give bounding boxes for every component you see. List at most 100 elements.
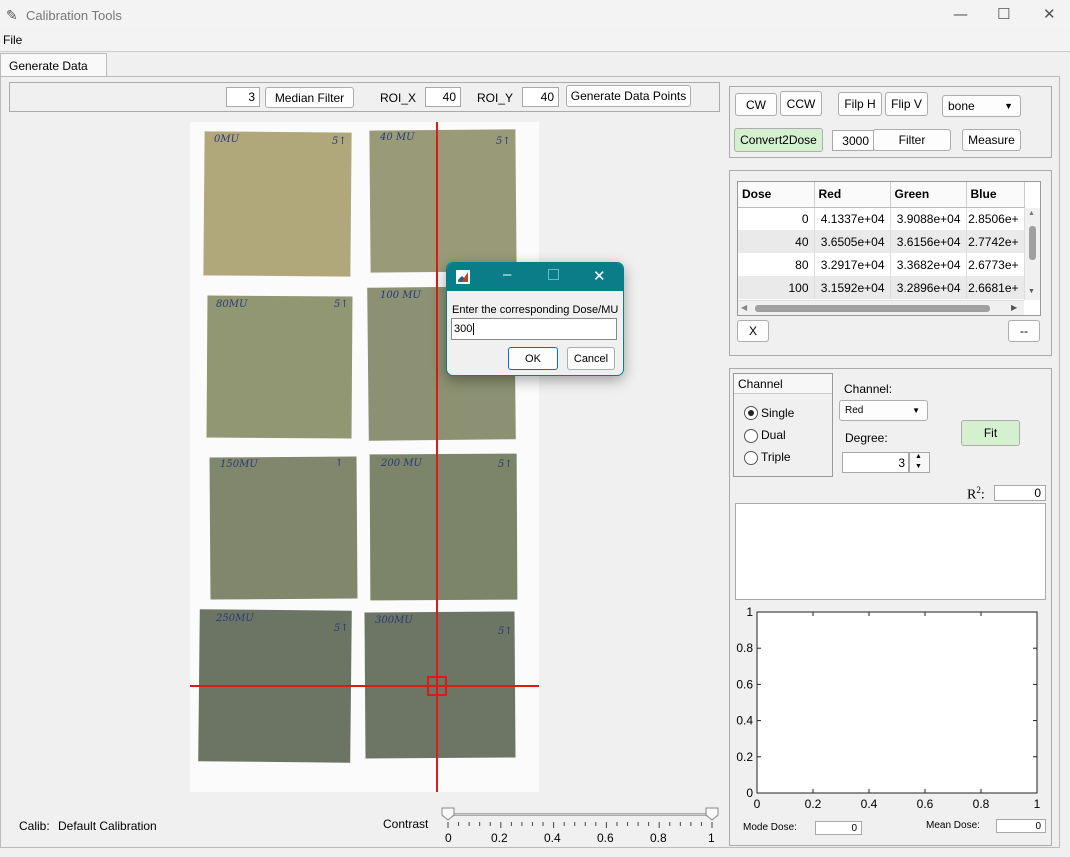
radio-triple-label[interactable]: Triple	[761, 450, 791, 464]
film-label: 5↑	[498, 626, 513, 637]
menu-file[interactable]: File	[3, 33, 22, 47]
roi-x-input[interactable]: 40	[425, 87, 461, 107]
scroll-down-icon[interactable]: ▼	[1028, 288, 1035, 295]
median-filter-button[interactable]: Median Filter	[265, 87, 354, 108]
flip-h-button[interactable]: Filp H	[838, 92, 882, 116]
table-cell[interactable]: 100	[738, 276, 815, 299]
close-button[interactable]: ✕	[1043, 5, 1056, 23]
radio-single-label[interactable]: Single	[761, 406, 794, 420]
column-header-blue[interactable]: Blue	[966, 182, 1025, 208]
channel-group-title: Channel	[738, 377, 783, 391]
channel-value: Red	[845, 405, 864, 416]
table-cell[interactable]: 4.1337e+04	[814, 207, 891, 230]
minimize-button[interactable]: —	[953, 5, 968, 23]
ok-button[interactable]: OK	[508, 347, 558, 370]
x-tick-label: 0.2	[805, 797, 822, 811]
dose-input[interactable]: 300	[451, 318, 617, 340]
vertical-scrollbar[interactable]: ▲ ▼	[1024, 208, 1040, 300]
y-tick-label: 0.2	[736, 750, 753, 764]
data-table[interactable]: Dose Red Green Blue 0 4.1337e+04 3.9088e…	[737, 181, 1041, 316]
median-size-input[interactable]: 3	[226, 87, 260, 107]
mode-dose-field[interactable]: 0	[815, 821, 862, 835]
title-bar: ✎ Calibration Tools — ☐ ✕	[0, 0, 1070, 30]
rotate-cw-button[interactable]: CW	[735, 93, 777, 116]
mode-dose-label: Mode Dose:	[743, 822, 797, 833]
contrast-tick: 0.8	[650, 831, 667, 845]
dash-button[interactable]: --	[1008, 320, 1040, 342]
radio-dual[interactable]	[744, 429, 758, 443]
table-row[interactable]: 0 4.1337e+04 3.9088e+04 2.8506e+	[738, 207, 1025, 230]
table-cell[interactable]: 2.6773e+	[966, 253, 1025, 276]
horizontal-scrollbar[interactable]: ◀ ▶	[738, 300, 1024, 315]
roi-y-input[interactable]: 40	[522, 87, 559, 107]
spin-down-icon[interactable]: ▼	[915, 463, 922, 470]
scrollbar-thumb[interactable]	[755, 305, 990, 312]
table-cell[interactable]: 3.9088e+04	[890, 207, 967, 230]
r2-value-field[interactable]: 0	[994, 485, 1046, 501]
table-cell[interactable]: 80	[738, 253, 815, 276]
film-80mu	[206, 295, 353, 439]
filter-button[interactable]: Filter	[873, 129, 951, 151]
delete-row-button[interactable]: X	[737, 320, 769, 342]
table-cell[interactable]: 3.3682e+04	[890, 253, 967, 276]
colormap-dropdown[interactable]: bone ▼	[942, 95, 1021, 117]
dialog-close-icon[interactable]: ✕	[593, 267, 606, 285]
table-row[interactable]: 40 3.6505e+04 3.6156e+04 2.7742e+	[738, 230, 1025, 253]
radio-triple[interactable]	[744, 451, 758, 465]
crosshair-horizontal	[190, 685, 539, 687]
table-cell[interactable]: 0	[738, 207, 815, 230]
generate-data-points-button[interactable]: Generate Data Points	[566, 85, 691, 107]
degree-input[interactable]: 3	[842, 452, 909, 473]
calibration-chart[interactable]: 0 0.2 0.4 0.6 0.8 1 0 0.2 0.4 0.6 0.8 1	[735, 603, 1047, 815]
scrollbar-thumb[interactable]	[1029, 226, 1036, 260]
flip-v-button[interactable]: Flip V	[885, 92, 928, 116]
table-row[interactable]: 80 3.2917e+04 3.3682e+04 2.6773e+	[738, 253, 1025, 276]
radio-single[interactable]	[744, 406, 758, 420]
fit-output-text[interactable]	[735, 503, 1046, 600]
filter-value-input[interactable]: 3000	[832, 130, 874, 151]
dialog-maximize-icon	[548, 269, 559, 280]
column-header-green[interactable]: Green	[890, 182, 967, 208]
r2-colon: :	[980, 487, 985, 503]
table-cell[interactable]: 40	[738, 230, 815, 253]
roi-box[interactable]	[427, 676, 447, 696]
table-cell[interactable]: 2.6681e+	[966, 276, 1025, 299]
radio-dual-label[interactable]: Dual	[761, 428, 786, 442]
channel-label: Channel:	[844, 382, 893, 396]
column-header-red[interactable]: Red	[814, 182, 891, 208]
table-cell[interactable]: 2.8506e+	[966, 207, 1025, 230]
divider	[0, 51, 1070, 52]
cancel-button[interactable]: Cancel	[567, 347, 615, 370]
film-label: 0MU	[214, 134, 240, 145]
tab-generate-data[interactable]: Generate Data	[0, 53, 107, 77]
fit-button[interactable]: Fit	[961, 420, 1020, 446]
film-label: 100 MU	[380, 290, 421, 301]
film-image[interactable]: 0MU 5↑ 40 MU 5↑ 80MU 5↑ 100 MU 150MU ↑ 2…	[190, 122, 539, 792]
rotate-ccw-button[interactable]: CCW	[780, 91, 822, 116]
spin-up-icon[interactable]: ▲	[915, 453, 922, 460]
contrast-slider[interactable]: 0 0.2 0.4 0.6 0.8 1	[440, 806, 722, 852]
column-header-dose[interactable]: Dose	[738, 182, 815, 208]
scroll-left-icon[interactable]: ◀	[741, 303, 747, 312]
x-tick-label: 1	[1034, 797, 1041, 811]
scroll-up-icon[interactable]: ▲	[1028, 210, 1035, 217]
contrast-low-handle[interactable]	[441, 807, 455, 821]
table-cell[interactable]: 3.1592e+04	[814, 276, 891, 299]
channel-dropdown[interactable]: Red ▼	[839, 400, 928, 421]
contrast-high-handle[interactable]	[705, 807, 719, 821]
convert-to-dose-button[interactable]: Convert2Dose	[734, 128, 823, 152]
table-cell[interactable]: 3.6156e+04	[890, 230, 967, 253]
mean-dose-field[interactable]: 0	[996, 819, 1046, 833]
table-cell[interactable]: 2.7742e+	[966, 230, 1025, 253]
degree-spinner[interactable]: ▲ ▼	[909, 452, 930, 473]
measure-button[interactable]: Measure	[962, 129, 1021, 151]
table-cell[interactable]: 3.2917e+04	[814, 253, 891, 276]
scroll-right-icon[interactable]: ▶	[1011, 303, 1017, 312]
maximize-button[interactable]: ☐	[997, 5, 1010, 23]
dialog-minimize-icon[interactable]: –	[503, 266, 511, 283]
table-cell[interactable]: 3.6505e+04	[814, 230, 891, 253]
table-row[interactable]: 100 3.1592e+04 3.2896e+04 2.6681e+	[738, 276, 1025, 299]
table-cell[interactable]: 3.2896e+04	[890, 276, 967, 299]
contrast-tick: 0.6	[597, 831, 614, 845]
tab-label: Generate Data	[9, 59, 88, 73]
